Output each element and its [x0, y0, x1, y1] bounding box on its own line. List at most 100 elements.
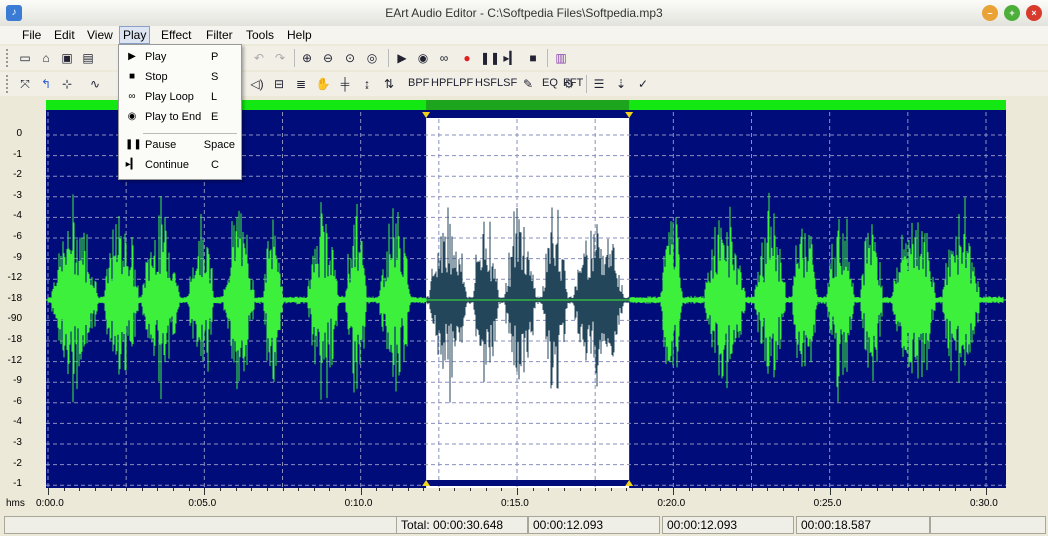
- undo-icon[interactable]: ↶: [250, 50, 268, 66]
- time-tick: [219, 488, 221, 491]
- toolbar-separator: [388, 49, 389, 67]
- cursor-position-icon[interactable]: ⊹: [58, 76, 76, 92]
- time-tick: [986, 488, 987, 495]
- record-icon[interactable]: ●: [458, 50, 476, 66]
- lpf-button[interactable]: LPF: [453, 77, 473, 89]
- zoom-in-icon[interactable]: ⊕: [298, 50, 316, 66]
- menu-view[interactable]: View: [84, 27, 116, 43]
- time-tick: [157, 488, 159, 491]
- menu-play[interactable]: Play: [119, 26, 151, 44]
- time-tick: [282, 488, 284, 491]
- time-tick: [141, 488, 143, 491]
- stop-icon[interactable]: ■: [524, 50, 542, 66]
- new-file-icon[interactable]: ▭: [16, 50, 34, 66]
- menu-item-play-loop[interactable]: ∞ Play Loop L: [119, 87, 241, 107]
- amplitude-tick: -18: [7, 334, 22, 345]
- time-tick: [798, 488, 800, 491]
- toolbar-separator: [547, 49, 548, 67]
- marker-icon[interactable]: ⇣: [612, 76, 630, 92]
- pause-icon[interactable]: ❚❚: [480, 50, 500, 66]
- amplify-icon[interactable]: ≣: [292, 76, 310, 92]
- amplitude-tick: -12: [7, 272, 22, 284]
- open-folder-icon[interactable]: ⌂: [37, 50, 55, 66]
- minimize-button[interactable]: –: [982, 5, 998, 21]
- save-icon[interactable]: ▣: [58, 50, 76, 66]
- fft-button[interactable]: FFT: [563, 77, 583, 89]
- time-tick: [188, 488, 190, 491]
- book-icon[interactable]: ▥: [552, 50, 570, 66]
- time-tick: [954, 488, 956, 491]
- save-as-icon[interactable]: ▤: [79, 50, 97, 66]
- amplitude-tick: -1: [13, 148, 22, 160]
- time-tick: [626, 488, 628, 491]
- loop-icon[interactable]: ∞: [435, 50, 453, 66]
- menu-item-continue[interactable]: ▸▎ Continue C: [119, 155, 241, 175]
- hand-icon[interactable]: ✋: [314, 76, 332, 92]
- time-tick: [860, 488, 862, 491]
- status-bar: Total: 00:00:30.648 00:00:12.093 00:00:1…: [0, 514, 1048, 536]
- edit-filter-icon[interactable]: ✎: [519, 76, 537, 92]
- toolbar-separator: [586, 75, 587, 93]
- normalize-icon[interactable]: ⊟: [270, 76, 288, 92]
- reverb-icon[interactable]: ╪: [336, 76, 354, 92]
- toolbar-grip[interactable]: [6, 75, 11, 93]
- zoom-fit-icon[interactable]: ◎: [363, 50, 381, 66]
- play-to-end-icon[interactable]: ◉: [414, 50, 432, 66]
- menu-item-play-to-end[interactable]: ◉ Play to End E: [119, 107, 241, 127]
- menu-help[interactable]: Help: [284, 27, 315, 43]
- zoom-selection-icon[interactable]: ⊙: [341, 50, 359, 66]
- time-tick: [532, 488, 534, 491]
- volume-icon[interactable]: ◁): [248, 76, 266, 92]
- menu-item-play[interactable]: ▶ Play P: [119, 47, 241, 67]
- select-all-icon[interactable]: ⤧: [16, 76, 34, 92]
- menu-tools[interactable]: Tools: [243, 27, 277, 43]
- time-tick: [595, 488, 597, 491]
- menu-filter[interactable]: Filter: [203, 27, 236, 43]
- hpf-button[interactable]: HPF: [431, 77, 453, 89]
- menu-edit[interactable]: Edit: [51, 27, 78, 43]
- time-tick: [751, 488, 753, 491]
- zoom-out-icon[interactable]: ⊖: [319, 50, 337, 66]
- time-tick: [251, 488, 253, 491]
- menu-file[interactable]: File: [19, 27, 44, 43]
- time-label: 0:10.0: [344, 498, 373, 509]
- amplitude-tick: 0: [16, 128, 22, 139]
- time-tick: [579, 488, 581, 491]
- selection-top-bar: [426, 112, 630, 118]
- menu-item-stop[interactable]: ■ Stop S: [119, 67, 241, 87]
- maximize-button[interactable]: +: [1004, 5, 1020, 21]
- bpf-button[interactable]: BPF: [408, 77, 429, 89]
- time-tick: [360, 488, 362, 495]
- redo-icon[interactable]: ↷: [271, 50, 289, 66]
- eq-button[interactable]: EQ: [542, 77, 558, 89]
- play-icon[interactable]: ▶: [393, 50, 411, 66]
- time-unit-label: hms: [6, 498, 25, 509]
- lsf-button[interactable]: LSF: [497, 77, 517, 89]
- back-arrow-icon[interactable]: ↰: [37, 76, 55, 92]
- sort-icon[interactable]: ⇅: [380, 76, 398, 92]
- menu-effect[interactable]: Effect: [158, 27, 194, 43]
- check-edit-icon[interactable]: ✓: [634, 76, 652, 92]
- time-tick: [63, 488, 65, 491]
- continue-icon[interactable]: ▸▎: [502, 50, 520, 66]
- pause-icon: ❚❚: [125, 139, 142, 150]
- amplitude-tick: -6: [13, 231, 22, 242]
- menu-item-pause[interactable]: ❚❚ Pause Space: [119, 135, 241, 155]
- title-bar: ♪ EArt Audio Editor - C:\Softpedia Files…: [0, 0, 1048, 27]
- close-button[interactable]: ×: [1026, 5, 1042, 21]
- time-tick: [48, 488, 49, 495]
- time-tick: [845, 488, 847, 491]
- loop-icon: ∞: [128, 91, 136, 102]
- waveform-tool-icon[interactable]: ∿: [86, 76, 104, 92]
- toolbar-grip[interactable]: [6, 49, 11, 67]
- list-edit-icon[interactable]: ☰: [590, 76, 608, 92]
- time-tick: [501, 488, 503, 491]
- hsf-button[interactable]: HSF: [475, 77, 497, 89]
- time-tick: [438, 488, 440, 491]
- pitch-icon[interactable]: ↨: [358, 76, 376, 92]
- amplitude-tick: -9: [13, 375, 22, 387]
- time-tick: [173, 488, 175, 491]
- amplitude-tick: -9: [13, 251, 22, 263]
- play-icon: ▶: [128, 51, 136, 62]
- time-tick: [939, 488, 941, 491]
